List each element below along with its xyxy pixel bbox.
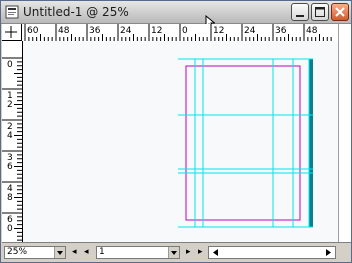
document-window: Untitled-1 @ 25% 60 48 36 24 12 0 12 24 36 48 012… xyxy=(0,0,352,263)
ruler-label: 6 xyxy=(7,162,13,172)
vertical-ruler[interactable]: 01224364860 xyxy=(2,41,23,242)
ruler-label: 24 xyxy=(244,26,256,36)
page-field[interactable]: 1 xyxy=(96,246,180,259)
ruler-label: 4 xyxy=(7,131,13,141)
zoom-dropdown-button[interactable] xyxy=(54,247,65,258)
ruler-label: 36 xyxy=(275,26,287,36)
maximize-icon xyxy=(315,7,325,17)
ruler-origin[interactable] xyxy=(2,24,22,41)
chevron-down-icon xyxy=(171,251,177,255)
ruler-label: 24 xyxy=(120,26,132,36)
page-value: 1 xyxy=(99,247,105,257)
ruler-label: 8 xyxy=(7,193,13,203)
scroll-left-icon[interactable] xyxy=(210,247,222,258)
title-bar[interactable]: Untitled-1 @ 25% xyxy=(1,1,351,29)
ruler-label: 48 xyxy=(306,26,318,36)
scroll-right-icon[interactable] xyxy=(322,247,334,258)
close-icon xyxy=(335,7,345,17)
minimize-icon xyxy=(296,15,304,17)
percent-icon: % xyxy=(18,247,28,257)
previous-page-icon[interactable]: ◂ xyxy=(84,247,89,257)
horizontal-ruler[interactable]: 60 48 36 24 12 0 12 24 36 48 xyxy=(22,24,338,42)
ruler-label: 60 xyxy=(27,26,39,36)
last-page-icon[interactable]: ▸ xyxy=(198,247,203,257)
chevron-down-icon xyxy=(57,251,63,255)
first-page-icon[interactable]: ◂ xyxy=(72,247,77,257)
zoom-value: 25 xyxy=(7,247,19,257)
crosshair-icon xyxy=(5,26,17,38)
document-canvas[interactable] xyxy=(23,41,338,242)
minimize-button[interactable] xyxy=(291,3,309,21)
page-dropdown-button[interactable] xyxy=(168,247,179,258)
maximize-button[interactable] xyxy=(311,3,329,21)
ruler-label: 12 xyxy=(151,26,162,36)
ruler-label: 0 xyxy=(7,224,13,234)
next-page-icon[interactable]: ▸ xyxy=(186,247,191,257)
ruler-label: 2 xyxy=(7,100,13,110)
ruler-label: 0 xyxy=(7,60,13,70)
close-button[interactable] xyxy=(331,3,349,21)
document-icon xyxy=(5,5,19,19)
ruler-label: 36 xyxy=(89,26,101,36)
ruler-label: 0 xyxy=(182,26,188,36)
zoom-field[interactable]: 25% xyxy=(4,246,66,259)
page-shadow xyxy=(309,59,313,227)
window-title: Untitled-1 @ 25% xyxy=(23,5,129,19)
vertical-scrollbar-area xyxy=(338,24,351,242)
ruler-label: 12 xyxy=(213,26,224,36)
ruler-label: 48 xyxy=(58,26,70,36)
horizontal-scrollbar[interactable] xyxy=(208,246,336,259)
status-bar: 25% ◂ ◂ 1 ▸ ▸ xyxy=(2,242,351,262)
